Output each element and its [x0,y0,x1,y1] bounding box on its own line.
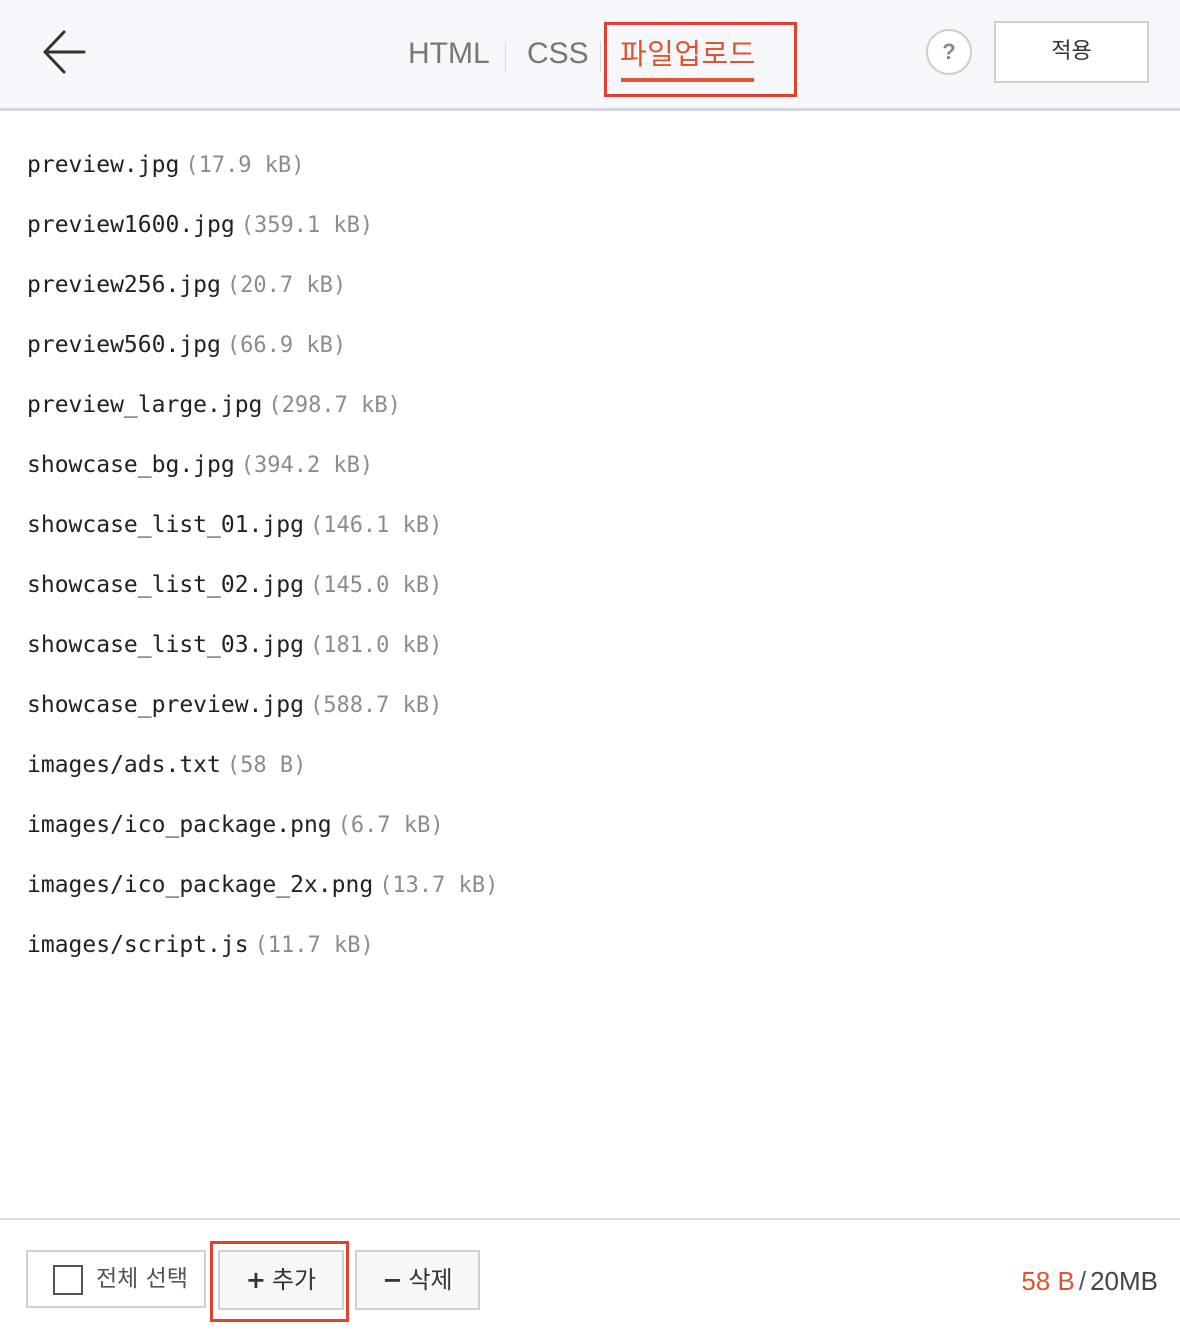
file-size: (20.7 kB) [226,273,347,298]
tab-html[interactable]: HTML [408,34,490,74]
storage-usage: 58 B/20MB [1021,1262,1158,1300]
highlight-box-upload-tab [604,22,797,97]
list-item[interactable]: preview1600.jpg (359.1 kB) [27,205,498,265]
file-size: (359.1 kB) [240,213,374,238]
file-name: showcase_list_02.jpg [27,572,304,598]
file-size: (298.7 kB) [268,393,401,418]
list-item[interactable]: images/ico_package_2x.png (13.7 kB) [27,865,498,925]
list-item[interactable]: showcase_preview.jpg (588.7 kB) [27,685,498,745]
list-item[interactable]: showcase_list_02.jpg (145.0 kB) [27,565,498,625]
file-name: images/ico_package.png [27,812,332,838]
list-item[interactable]: showcase_list_03.jpg (181.0 kB) [27,625,498,685]
file-name: preview.jpg [27,152,180,178]
arrow-left-icon [43,30,86,74]
list-item[interactable]: preview_large.jpg (298.7 kB) [27,385,498,445]
delete-file-button[interactable]: − 삭제 [355,1250,480,1310]
file-name: preview1600.jpg [27,212,235,238]
list-item[interactable]: preview.jpg (17.9 kB) [27,145,498,205]
file-size: (181.0 kB) [309,633,443,658]
tab-divider [600,42,601,72]
file-size: (146.1 kB) [309,513,443,538]
storage-limit: 20MB [1090,1266,1158,1296]
file-size: (588.7 kB) [309,693,443,718]
file-name: showcase_list_03.jpg [27,632,304,658]
file-size: (394.2 kB) [240,453,374,478]
list-item[interactable]: images/script.js (11.7 kB) [27,925,498,985]
list-item[interactable]: images/ico_package.png (6.7 kB) [27,805,498,865]
list-item[interactable]: preview256.jpg (20.7 kB) [27,265,498,325]
list-item[interactable]: showcase_list_01.jpg (146.1 kB) [27,505,498,565]
file-name: showcase_bg.jpg [27,452,235,478]
file-name: showcase_list_01.jpg [27,512,304,538]
file-name: preview256.jpg [27,272,221,298]
file-list: preview.jpg (17.9 kB) preview1600.jpg (359… [27,145,498,985]
list-item[interactable]: showcase_bg.jpg (394.2 kB) [27,445,498,505]
select-all-label: 전체 선택 [96,1266,188,1292]
file-size: (58 B) [226,753,307,778]
back-button[interactable] [38,26,94,78]
file-name: preview560.jpg [27,332,221,358]
highlight-box-add-button [210,1241,349,1322]
tab-css[interactable]: CSS [527,34,589,74]
file-size: (13.7 kB) [379,873,499,898]
file-name: preview_large.jpg [27,392,263,418]
file-size: (6.7 kB) [337,813,444,838]
file-name: images/script.js [27,932,249,958]
storage-separator: / [1078,1266,1087,1296]
help-button[interactable]: ? [926,29,972,75]
file-size: (66.9 kB) [226,333,347,358]
select-all-button[interactable]: 전체 선택 [26,1250,206,1308]
delete-button-label: 삭제 [408,1266,453,1294]
tab-divider [505,42,506,72]
list-item[interactable]: preview560.jpg (66.9 kB) [27,325,498,385]
apply-button[interactable]: 적용 [994,21,1149,83]
list-item[interactable]: images/ads.txt (58 B) [27,745,498,805]
top-toolbar: HTML CSS 파일업로드 ? 적용 [0,0,1180,111]
minus-icon: − [382,1266,403,1294]
file-name: images/ico_package_2x.png [27,872,374,898]
file-size: (145.0 kB) [309,573,443,598]
select-all-checkbox[interactable] [53,1265,83,1295]
file-size: (17.9 kB) [185,153,305,178]
file-name: showcase_preview.jpg [27,692,304,718]
storage-used: 58 B [1021,1266,1075,1296]
file-name: images/ads.txt [27,752,221,778]
file-size: (11.7 kB) [254,933,374,958]
